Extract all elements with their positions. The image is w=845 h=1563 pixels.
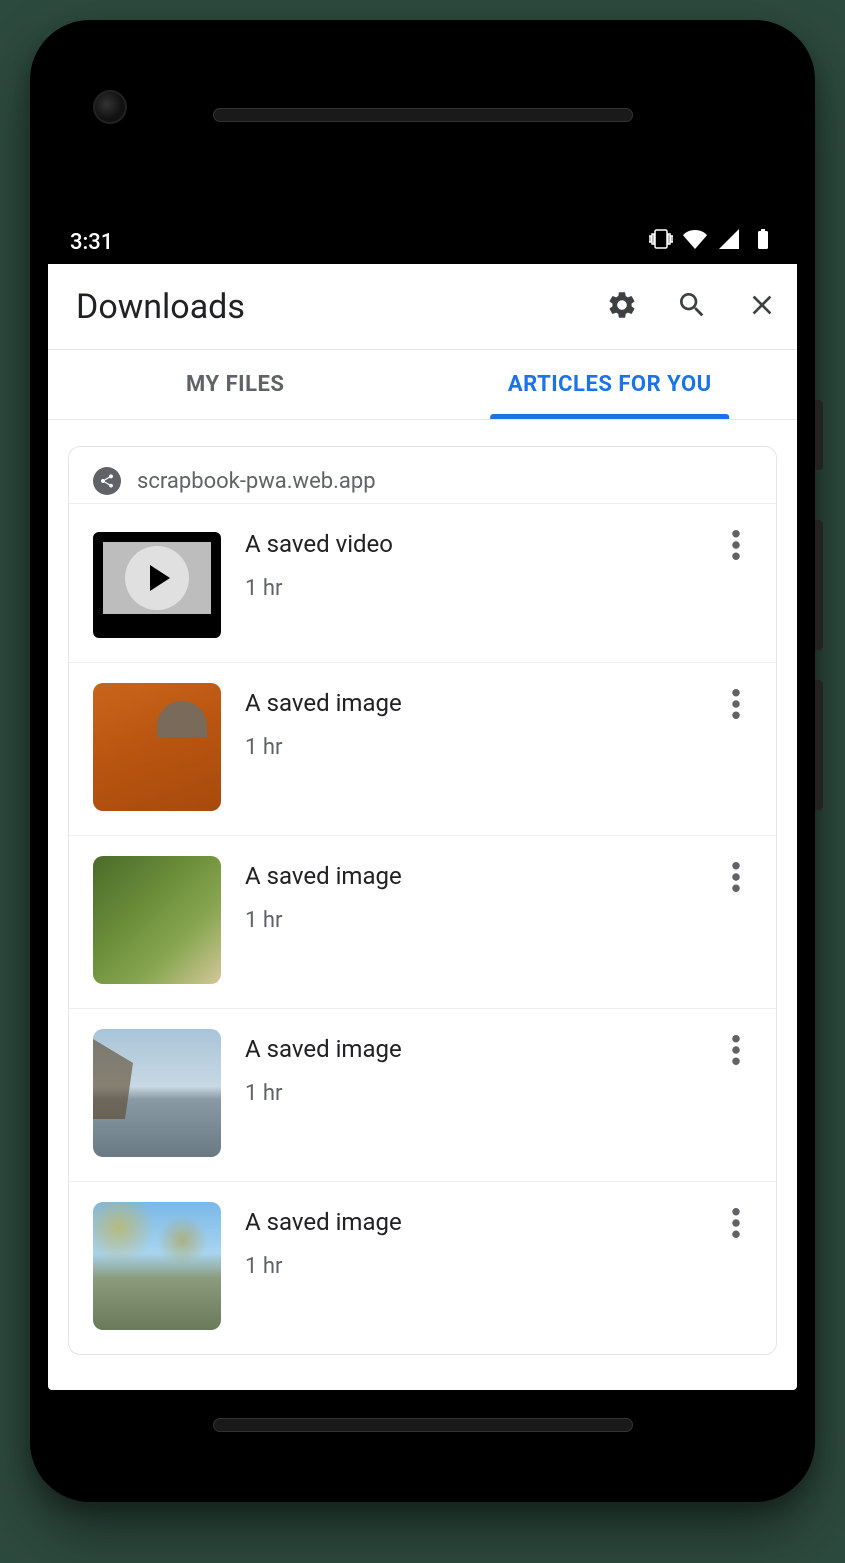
item-meta: 1 hr: [245, 908, 692, 933]
more-vert-icon: [732, 1208, 740, 1242]
list-item[interactable]: A saved video 1 hr: [69, 503, 776, 662]
signal-icon: [717, 227, 741, 257]
gear-icon: [606, 289, 638, 325]
tab-articles-for-you[interactable]: ARTICLES FOR YOU: [423, 350, 798, 419]
image-thumbnail: [93, 1029, 221, 1157]
item-more-button[interactable]: [716, 683, 756, 723]
image-thumbnail: [93, 683, 221, 811]
item-title: A saved image: [245, 1208, 692, 1236]
item-more-button[interactable]: [716, 1029, 756, 1069]
image-thumbnail: [93, 856, 221, 984]
item-title: A saved image: [245, 862, 692, 890]
search-icon: [676, 289, 708, 325]
app-content: Downloads: [48, 264, 797, 1390]
phone-side-button: [815, 400, 823, 470]
tab-label: MY FILES: [186, 372, 284, 397]
status-icons: [649, 227, 775, 257]
item-meta: 1 hr: [245, 1081, 692, 1106]
wifi-icon: [683, 227, 707, 257]
phone-speaker: [213, 108, 633, 122]
page-title: Downloads: [76, 287, 605, 327]
close-icon: [746, 289, 778, 325]
vibrate-icon: [649, 227, 673, 257]
battery-icon: [751, 227, 775, 257]
item-meta: 1 hr: [245, 735, 692, 760]
item-more-button[interactable]: [716, 1202, 756, 1242]
status-time: 3:31: [70, 230, 113, 255]
list-item[interactable]: A saved image 1 hr: [69, 662, 776, 835]
source-domain: scrapbook-pwa.web.app: [137, 469, 376, 494]
item-title: A saved video: [245, 530, 692, 558]
phone-top-bezel: [48, 40, 797, 220]
item-title: A saved image: [245, 1035, 692, 1063]
item-more-button[interactable]: [716, 524, 756, 564]
tab-label: ARTICLES FOR YOU: [508, 372, 712, 397]
list-item[interactable]: A saved image 1 hr: [69, 1008, 776, 1181]
app-header: Downloads: [48, 264, 797, 350]
more-vert-icon: [732, 530, 740, 564]
list-item[interactable]: A saved image 1 hr: [69, 1181, 776, 1354]
item-more-button[interactable]: [716, 856, 756, 896]
status-bar: 3:31: [48, 220, 797, 264]
close-button[interactable]: [745, 290, 779, 324]
play-icon: [125, 546, 189, 610]
phone-camera: [93, 90, 127, 124]
tabs: MY FILES ARTICLES FOR YOU: [48, 350, 797, 420]
downloads-card: scrapbook-pwa.web.app A saved video 1 hr: [68, 446, 777, 1355]
phone-side-button: [815, 680, 823, 810]
item-meta: 1 hr: [245, 576, 692, 601]
phone-side-button: [815, 520, 823, 650]
settings-button[interactable]: [605, 290, 639, 324]
item-title: A saved image: [245, 689, 692, 717]
offline-icon: [93, 467, 121, 495]
card-header: scrapbook-pwa.web.app: [69, 447, 776, 503]
more-vert-icon: [732, 689, 740, 723]
tab-my-files[interactable]: MY FILES: [48, 350, 423, 419]
list-item[interactable]: A saved image 1 hr: [69, 835, 776, 1008]
search-button[interactable]: [675, 290, 709, 324]
more-vert-icon: [732, 1035, 740, 1069]
video-thumbnail: [93, 532, 221, 638]
phone-frame: 3:31 Downloads: [30, 20, 815, 1502]
more-vert-icon: [732, 862, 740, 896]
content-area: scrapbook-pwa.web.app A saved video 1 hr: [48, 420, 797, 1355]
screen: 3:31 Downloads: [48, 220, 797, 1390]
item-meta: 1 hr: [245, 1254, 692, 1279]
image-thumbnail: [93, 1202, 221, 1330]
phone-speaker: [213, 1418, 633, 1432]
